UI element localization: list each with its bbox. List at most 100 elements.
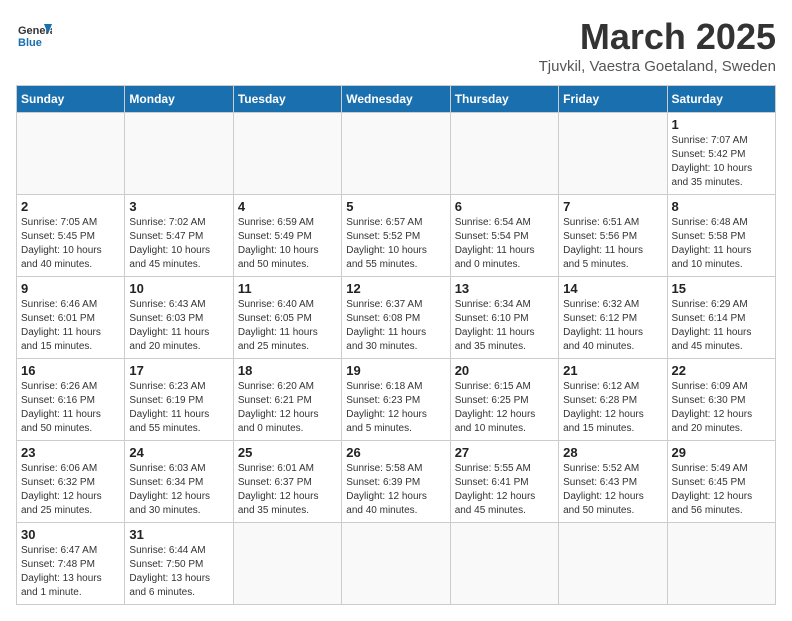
day-number: 22 — [672, 363, 771, 378]
day-number: 26 — [346, 445, 445, 460]
calendar-cell: 13Sunrise: 6:34 AM Sunset: 6:10 PM Dayli… — [450, 277, 558, 359]
day-number: 4 — [238, 199, 337, 214]
calendar-cell: 27 Sunrise: 5:55 AM Sunset: 6:41 PM Dayli… — [450, 441, 558, 523]
calendar-cell: 14 Sunrise: 6:32 AM Sunset: 6:12 PM Dayli… — [559, 277, 667, 359]
day-number: 2 — [21, 199, 120, 214]
day-info: Sunrise: 6:59 AM Sunset: 5:49 PM Dayligh… — [238, 216, 337, 272]
calendar-cell: 17 Sunrise: 6:23 AM Sunset: 6:19 PM Dayli… — [125, 359, 233, 441]
day-info: Sunrise: 6:29 AM Sunset: 6:14 PM Dayligh… — [672, 298, 771, 354]
calendar-cell — [342, 523, 450, 605]
calendar-cell — [450, 113, 558, 195]
calendar-cell: 28Sunrise: 5:52 AM Sunset: 6:43 PM Dayli… — [559, 441, 667, 523]
day-number: 23 — [21, 445, 120, 460]
calendar-cell — [450, 523, 558, 605]
day-info: Sunrise: 5:55 AM Sunset: 6:41 PM Dayligh… — [455, 462, 554, 518]
calendar-cell: 7 Sunrise: 6:51 AM Sunset: 5:56 PM Daylig… — [559, 195, 667, 277]
day-number: 7 — [563, 199, 662, 214]
weekday-header-row: SundayMondayTuesdayWednesdayThursdayFrid… — [17, 86, 776, 113]
calendar-cell: 8 Sunrise: 6:48 AM Sunset: 5:58 PM Daylig… — [667, 195, 775, 277]
calendar-cell: 2 Sunrise: 7:05 AM Sunset: 5:45 PM Daylig… — [17, 195, 125, 277]
day-info: Sunrise: 6:23 AM Sunset: 6:19 PM Dayligh… — [129, 380, 228, 436]
weekday-header-sunday: Sunday — [17, 86, 125, 113]
day-info: Sunrise: 6:06 AM Sunset: 6:32 PM Dayligh… — [21, 462, 120, 518]
weekday-header-friday: Friday — [559, 86, 667, 113]
day-number: 18 — [238, 363, 337, 378]
day-info: Sunrise: 6:54 AM Sunset: 5:54 PM Dayligh… — [455, 216, 554, 272]
day-number: 8 — [672, 199, 771, 214]
calendar-cell: 25 Sunrise: 6:01 AM Sunset: 6:37 PM Dayli… — [233, 441, 341, 523]
calendar-cell: 11 Sunrise: 6:40 AM Sunset: 6:05 PM Dayli… — [233, 277, 341, 359]
day-info: Sunrise: 6:01 AM Sunset: 6:37 PM Dayligh… — [238, 462, 337, 518]
day-info: Sunrise: 5:58 AM Sunset: 6:39 PM Dayligh… — [346, 462, 445, 518]
calendar-week-row: 30 Sunrise: 6:47 AM Sunset: 7:48 PM Dayli… — [17, 523, 776, 605]
day-number: 31 — [129, 527, 228, 542]
calendar-cell: 21Sunrise: 6:12 AM Sunset: 6:28 PM Dayli… — [559, 359, 667, 441]
day-info: Sunrise: 6:43 AM Sunset: 6:03 PM Dayligh… — [129, 298, 228, 354]
day-number: 1 — [672, 117, 771, 132]
weekday-header-tuesday: Tuesday — [233, 86, 341, 113]
day-number: 19 — [346, 363, 445, 378]
calendar-cell — [667, 523, 775, 605]
calendar-cell: 23 Sunrise: 6:06 AM Sunset: 6:32 PM Dayli… — [17, 441, 125, 523]
day-number: 10 — [129, 281, 228, 296]
day-info: Sunrise: 7:02 AM Sunset: 5:47 PM Dayligh… — [129, 216, 228, 272]
day-number: 11 — [238, 281, 337, 296]
day-number: 14 — [563, 281, 662, 296]
day-number: 15 — [672, 281, 771, 296]
calendar-cell: 16 Sunrise: 6:26 AM Sunset: 6:16 PM Dayli… — [17, 359, 125, 441]
day-info: Sunrise: 6:44 AM Sunset: 7:50 PM Dayligh… — [129, 544, 228, 600]
day-info: Sunrise: 6:48 AM Sunset: 5:58 PM Dayligh… — [672, 216, 771, 272]
month-title: March 2025 — [539, 16, 776, 58]
day-info: Sunrise: 6:51 AM Sunset: 5:56 PM Dayligh… — [563, 216, 662, 272]
calendar-cell: 30 Sunrise: 6:47 AM Sunset: 7:48 PM Dayli… — [17, 523, 125, 605]
weekday-header-thursday: Thursday — [450, 86, 558, 113]
day-info: Sunrise: 5:49 AM Sunset: 6:45 PM Dayligh… — [672, 462, 771, 518]
calendar-cell: 31 Sunrise: 6:44 AM Sunset: 7:50 PM Dayli… — [125, 523, 233, 605]
calendar-table: SundayMondayTuesdayWednesdayThursdayFrid… — [16, 85, 776, 605]
day-info: Sunrise: 6:37 AM Sunset: 6:08 PM Dayligh… — [346, 298, 445, 354]
calendar-cell: 10 Sunrise: 6:43 AM Sunset: 6:03 PM Dayli… — [125, 277, 233, 359]
calendar-cell: 26 Sunrise: 5:58 AM Sunset: 6:39 PM Dayli… — [342, 441, 450, 523]
calendar-cell — [559, 523, 667, 605]
title-block: March 2025 Tjuvkil, Vaestra Goetaland, S… — [539, 16, 776, 75]
calendar-cell: 22Sunrise: 6:09 AM Sunset: 6:30 PM Dayli… — [667, 359, 775, 441]
day-info: Sunrise: 6:03 AM Sunset: 6:34 PM Dayligh… — [129, 462, 228, 518]
day-info: Sunrise: 6:34 AM Sunset: 6:10 PM Dayligh… — [455, 298, 554, 354]
calendar-cell: 9Sunrise: 6:46 AM Sunset: 6:01 PM Daylig… — [17, 277, 125, 359]
calendar-cell — [125, 113, 233, 195]
day-number: 6 — [455, 199, 554, 214]
day-info: Sunrise: 7:05 AM Sunset: 5:45 PM Dayligh… — [21, 216, 120, 272]
calendar-cell — [17, 113, 125, 195]
day-info: Sunrise: 6:47 AM Sunset: 7:48 PM Dayligh… — [21, 544, 120, 600]
day-number: 16 — [21, 363, 120, 378]
weekday-header-monday: Monday — [125, 86, 233, 113]
day-info: Sunrise: 6:26 AM Sunset: 6:16 PM Dayligh… — [21, 380, 120, 436]
day-info: Sunrise: 6:32 AM Sunset: 6:12 PM Dayligh… — [563, 298, 662, 354]
calendar-cell: 20Sunrise: 6:15 AM Sunset: 6:25 PM Dayli… — [450, 359, 558, 441]
day-number: 3 — [129, 199, 228, 214]
calendar-cell: 3 Sunrise: 7:02 AM Sunset: 5:47 PM Daylig… — [125, 195, 233, 277]
day-number: 27 — [455, 445, 554, 460]
day-number: 25 — [238, 445, 337, 460]
day-number: 24 — [129, 445, 228, 460]
day-number: 12 — [346, 281, 445, 296]
weekday-header-saturday: Saturday — [667, 86, 775, 113]
calendar-cell: 1 Sunrise: 7:07 AM Sunset: 5:42 PM Daylig… — [667, 113, 775, 195]
day-number: 17 — [129, 363, 228, 378]
calendar-week-row: 9Sunrise: 6:46 AM Sunset: 6:01 PM Daylig… — [17, 277, 776, 359]
svg-text:Blue: Blue — [18, 37, 42, 49]
day-number: 5 — [346, 199, 445, 214]
calendar-cell: 5Sunrise: 6:57 AM Sunset: 5:52 PM Daylig… — [342, 195, 450, 277]
day-number: 30 — [21, 527, 120, 542]
calendar-cell: 12 Sunrise: 6:37 AM Sunset: 6:08 PM Dayli… — [342, 277, 450, 359]
day-info: Sunrise: 6:40 AM Sunset: 6:05 PM Dayligh… — [238, 298, 337, 354]
calendar-cell: 29Sunrise: 5:49 AM Sunset: 6:45 PM Dayli… — [667, 441, 775, 523]
day-info: Sunrise: 7:07 AM Sunset: 5:42 PM Dayligh… — [672, 134, 771, 190]
calendar-cell — [342, 113, 450, 195]
weekday-header-wednesday: Wednesday — [342, 86, 450, 113]
day-info: Sunrise: 5:52 AM Sunset: 6:43 PM Dayligh… — [563, 462, 662, 518]
day-info: Sunrise: 6:20 AM Sunset: 6:21 PM Dayligh… — [238, 380, 337, 436]
day-info: Sunrise: 6:15 AM Sunset: 6:25 PM Dayligh… — [455, 380, 554, 436]
calendar-cell — [233, 113, 341, 195]
calendar-cell: 6 Sunrise: 6:54 AM Sunset: 5:54 PM Daylig… — [450, 195, 558, 277]
